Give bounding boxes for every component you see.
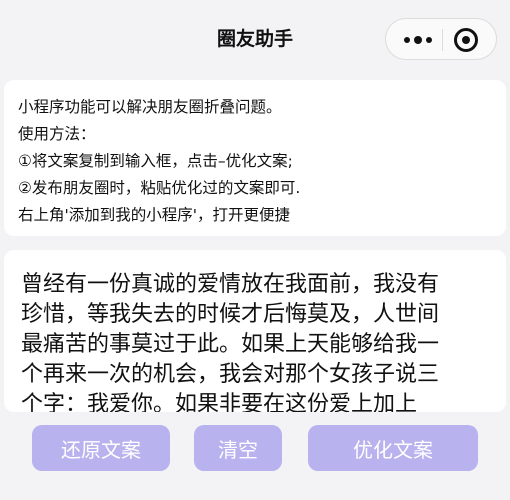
- input-text-line: 个再来一次的机会，我会对那个女孩子说三: [21, 362, 440, 387]
- instruction-line: ②发布朋友圈时，粘贴优化过的文案即可.: [18, 179, 301, 197]
- instruction-line: 右上角'添加到我的小程序'，打开更便捷: [18, 206, 291, 224]
- clear-button[interactable]: 清空: [194, 425, 282, 471]
- more-dots-icon[interactable]: [400, 19, 436, 61]
- input-text-line: 最痛苦的事莫过于此。如果上天能够给我一: [21, 332, 440, 357]
- capsule-divider: [442, 29, 443, 51]
- optimize-text-button[interactable]: 优化文案: [308, 425, 478, 471]
- instruction-line: 使用方法：: [18, 125, 96, 143]
- input-text-line: 曾经有一份真诚的爱情放在我面前，我没有: [21, 272, 440, 297]
- instruction-line: 小程序功能可以解决朋友圈折叠问题。: [18, 98, 282, 116]
- input-text-line: 珍惜，等我失去的时候才后悔莫及，人世间: [21, 302, 440, 327]
- mini-program-capsule: [385, 18, 497, 60]
- text-input-area[interactable]: 曾经有一份真诚的爱情放在我面前，我没有 珍惜，等我失去的时候才后悔莫及，人世间 …: [4, 250, 506, 412]
- restore-text-button[interactable]: 还原文案: [32, 425, 170, 471]
- circle-close-icon[interactable]: [454, 28, 478, 52]
- input-text-line: 个字：我爱你。如果非要在这份爱上加上: [21, 392, 418, 412]
- instructions-card: 小程序功能可以解决朋友圈折叠问题。 使用方法： ①将文案复制到输入框，点击–优化…: [4, 80, 506, 236]
- navigation-bar: 圈友助手: [0, 0, 510, 78]
- input-text[interactable]: 曾经有一份真诚的爱情放在我面前，我没有 珍惜，等我失去的时候才后悔莫及，人世间 …: [21, 270, 491, 412]
- instruction-line: ①将文案复制到输入框，点击–优化文案;: [18, 152, 293, 170]
